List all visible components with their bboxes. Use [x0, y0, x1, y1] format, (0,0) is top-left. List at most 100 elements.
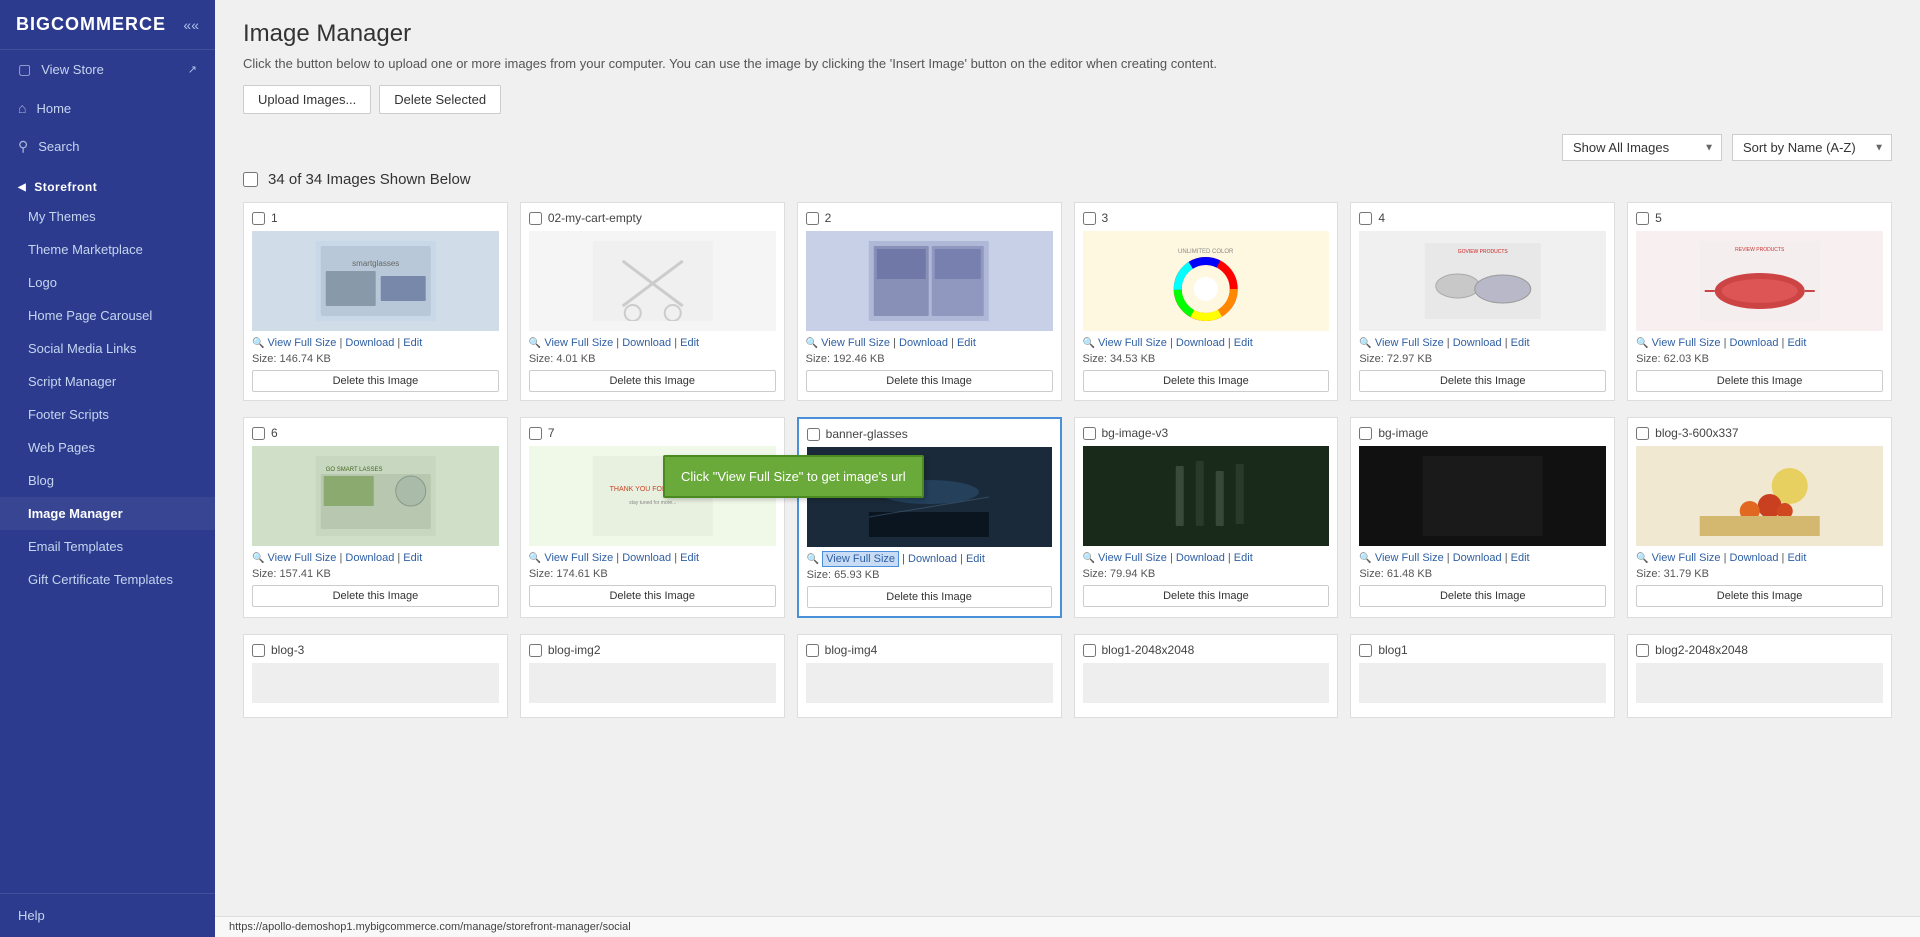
view-full-size-link-6[interactable]: View Full Size [1652, 337, 1721, 349]
card-checkbox-blog3[interactable] [1636, 427, 1649, 440]
delete-image-button-5[interactable]: Delete this Image [1359, 370, 1606, 392]
sidebar-item-home-page-carousel[interactable]: Home Page Carousel [0, 299, 215, 332]
sidebar-item-theme-marketplace[interactable]: Theme Marketplace [0, 233, 215, 266]
card-size-bg-v3: Size: 79.94 KB [1083, 568, 1330, 580]
card-checkbox-row3-6[interactable] [1636, 644, 1649, 657]
card-checkbox-1[interactable] [252, 212, 265, 225]
download-link-7[interactable]: Download [345, 552, 394, 564]
image-card-row3-1: blog-3 [243, 634, 508, 718]
sidebar-item-web-pages[interactable]: Web Pages [0, 431, 215, 464]
card-checkbox-4[interactable] [1083, 212, 1096, 225]
sidebar-item-home[interactable]: ⌂ Home [0, 89, 215, 127]
card-thumb-5: GOVIEW PRODUCTS [1359, 231, 1606, 331]
download-link-banner[interactable]: Download [908, 553, 957, 565]
select-all-checkbox[interactable] [243, 172, 258, 187]
sidebar-item-blog[interactable]: Blog [0, 464, 215, 497]
view-full-size-link-3[interactable]: View Full Size [821, 337, 890, 349]
card-checkbox-row3-4[interactable] [1083, 644, 1096, 657]
view-full-size-link-7[interactable]: View Full Size [268, 552, 337, 564]
download-link-3[interactable]: Download [899, 337, 948, 349]
download-link-6[interactable]: Download [1730, 337, 1779, 349]
download-link-1[interactable]: Download [345, 337, 394, 349]
card-header-row3-2: blog-img2 [529, 643, 776, 657]
view-full-size-link-1[interactable]: View Full Size [268, 337, 337, 349]
search-icon-3: 🔍 [806, 338, 818, 349]
delete-image-button-2[interactable]: Delete this Image [529, 370, 776, 392]
delete-image-button-blog3[interactable]: Delete this Image [1636, 585, 1883, 607]
edit-link-1[interactable]: Edit [403, 337, 422, 349]
card-header-row3-6: blog2-2048x2048 [1636, 643, 1883, 657]
sidebar-item-search[interactable]: ⚲ Search [0, 127, 215, 166]
download-link-bg[interactable]: Download [1453, 552, 1502, 564]
card-checkbox-7[interactable] [252, 427, 265, 440]
edit-link-5[interactable]: Edit [1511, 337, 1530, 349]
delete-image-button-8[interactable]: Delete this Image [529, 585, 776, 607]
sidebar-item-view-store[interactable]: ▢ View Store ↗ [0, 50, 215, 89]
home-icon: ⌂ [18, 100, 26, 116]
delete-image-button-1[interactable]: Delete this Image [252, 370, 499, 392]
card-checkbox-bg-v3[interactable] [1083, 427, 1096, 440]
view-full-size-link-4[interactable]: View Full Size [1098, 337, 1167, 349]
upload-images-button[interactable]: Upload Images... [243, 85, 371, 114]
card-checkbox-2[interactable] [529, 212, 542, 225]
show-filter-select[interactable]: Show All Images [1562, 134, 1722, 161]
sidebar-item-logo[interactable]: Logo [0, 266, 215, 299]
delete-image-button-bg[interactable]: Delete this Image [1359, 585, 1606, 607]
store-icon: ▢ [18, 61, 31, 78]
edit-link-bg-v3[interactable]: Edit [1234, 552, 1253, 564]
download-link-2[interactable]: Download [622, 337, 671, 349]
edit-link-blog3[interactable]: Edit [1787, 552, 1806, 564]
delete-image-button-7[interactable]: Delete this Image [252, 585, 499, 607]
card-checkbox-3[interactable] [806, 212, 819, 225]
edit-link-4[interactable]: Edit [1234, 337, 1253, 349]
view-full-size-link-5[interactable]: View Full Size [1375, 337, 1444, 349]
card-checkbox-banner[interactable] [807, 428, 820, 441]
sidebar-item-social-media-links[interactable]: Social Media Links [0, 332, 215, 365]
delete-image-button-6[interactable]: Delete this Image [1636, 370, 1883, 392]
download-link-bg-v3[interactable]: Download [1176, 552, 1225, 564]
card-checkbox-6[interactable] [1636, 212, 1649, 225]
delete-image-button-bg-v3[interactable]: Delete this Image [1083, 585, 1330, 607]
help-button[interactable]: Help [0, 893, 215, 937]
card-checkbox-8[interactable] [529, 427, 542, 440]
sidebar-item-email-templates[interactable]: Email Templates [0, 530, 215, 563]
sidebar-item-my-themes[interactable]: My Themes [0, 200, 215, 233]
sort-filter-select[interactable]: Sort by Name (A-Z) [1732, 134, 1892, 161]
edit-link-7[interactable]: Edit [403, 552, 422, 564]
edit-link-3[interactable]: Edit [957, 337, 976, 349]
collapse-button[interactable]: «« [183, 17, 199, 33]
view-full-size-link-2[interactable]: View Full Size [544, 337, 613, 349]
view-full-size-link-8[interactable]: View Full Size [544, 552, 613, 564]
delete-selected-button[interactable]: Delete Selected [379, 85, 501, 114]
card-thumb-3 [806, 231, 1053, 331]
edit-link-banner[interactable]: Edit [966, 553, 985, 565]
card-checkbox-5[interactable] [1359, 212, 1372, 225]
sidebar-item-gift-certificate-templates[interactable]: Gift Certificate Templates [0, 563, 215, 596]
card-name-1: 1 [271, 211, 278, 225]
sidebar-item-footer-scripts[interactable]: Footer Scripts [0, 398, 215, 431]
card-checkbox-row3-1[interactable] [252, 644, 265, 657]
delete-image-button-4[interactable]: Delete this Image [1083, 370, 1330, 392]
edit-link-bg[interactable]: Edit [1511, 552, 1530, 564]
download-link-blog3[interactable]: Download [1730, 552, 1779, 564]
sidebar-item-image-manager[interactable]: Image Manager [0, 497, 215, 530]
card-checkbox-bg[interactable] [1359, 427, 1372, 440]
edit-link-6[interactable]: Edit [1787, 337, 1806, 349]
card-checkbox-row3-5[interactable] [1359, 644, 1372, 657]
download-link-5[interactable]: Download [1453, 337, 1502, 349]
edit-link-8[interactable]: Edit [680, 552, 699, 564]
sidebar-item-script-manager[interactable]: Script Manager [0, 365, 215, 398]
view-full-size-link-bg[interactable]: View Full Size [1375, 552, 1444, 564]
card-links-banner: 🔍 View Full Size | Download | Edit [807, 553, 1052, 565]
search-icon-bg: 🔍 [1359, 553, 1371, 564]
view-full-size-link-banner[interactable]: View Full Size [822, 551, 899, 567]
delete-image-button-banner[interactable]: Delete this Image [807, 586, 1052, 608]
view-full-size-link-blog3[interactable]: View Full Size [1652, 552, 1721, 564]
edit-link-2[interactable]: Edit [680, 337, 699, 349]
delete-image-button-3[interactable]: Delete this Image [806, 370, 1053, 392]
download-link-4[interactable]: Download [1176, 337, 1225, 349]
card-checkbox-row3-2[interactable] [529, 644, 542, 657]
view-full-size-link-bg-v3[interactable]: View Full Size [1098, 552, 1167, 564]
card-checkbox-row3-3[interactable] [806, 644, 819, 657]
download-link-8[interactable]: Download [622, 552, 671, 564]
